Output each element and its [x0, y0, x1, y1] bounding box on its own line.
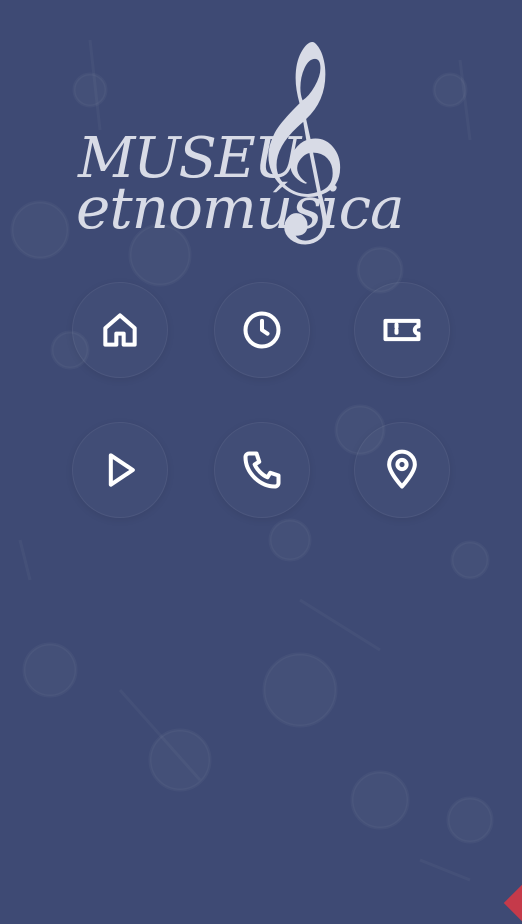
location-button[interactable] — [354, 422, 450, 518]
location-pin-icon — [387, 449, 417, 489]
home-button[interactable] — [72, 282, 168, 378]
play-button[interactable] — [72, 422, 168, 518]
clock-icon — [243, 311, 281, 349]
schedule-button[interactable] — [214, 282, 310, 378]
play-icon — [108, 453, 135, 487]
corner-accent — [503, 881, 522, 924]
ticket-icon — [383, 318, 421, 342]
tickets-button[interactable] — [354, 282, 450, 378]
home-icon — [103, 313, 137, 347]
phone-icon — [243, 451, 281, 489]
menu-grid — [72, 282, 454, 522]
museum-logo: 𝄞 MUSEU etnomúsica — [70, 50, 460, 250]
logo-text-line2: etnomúsica — [76, 174, 405, 242]
contact-button[interactable] — [214, 422, 310, 518]
